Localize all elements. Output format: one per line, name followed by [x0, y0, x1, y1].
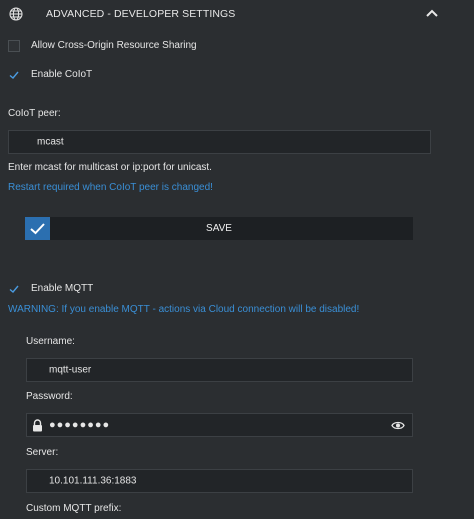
server-input[interactable]: 10.101.111.36:1883: [26, 469, 413, 493]
password-value: ●●●●●●●●: [49, 419, 111, 431]
password-input[interactable]: ●●●●●●●●: [26, 413, 413, 437]
globe-icon: [9, 7, 23, 21]
coiot-checkbox[interactable]: [8, 69, 20, 81]
username-input[interactable]: mqtt-user: [26, 358, 413, 382]
server-value: 10.101.111.36:1883: [49, 475, 137, 487]
restart-note: Restart required when CoIoT peer is chan…: [8, 182, 213, 193]
coiot-peer-hint: Enter mcast for multicast or ip:port for…: [8, 162, 212, 173]
mqtt-label: Enable MQTT: [31, 283, 94, 294]
eye-icon[interactable]: [391, 420, 405, 434]
section-header[interactable]: ADVANCED - DEVELOPER SETTINGS: [0, 0, 474, 28]
mqtt-warning: WARNING: If you enable MQTT - actions vi…: [8, 304, 360, 315]
server-label: Server:: [26, 447, 59, 458]
coiot-peer-label: CoIoT peer:: [8, 108, 61, 119]
save-button[interactable]: SAVE: [25, 217, 413, 240]
coiot-peer-input[interactable]: mcast: [8, 130, 431, 154]
cors-checkbox[interactable]: [8, 40, 20, 52]
cors-label: Allow Cross-Origin Resource Sharing: [31, 40, 197, 51]
coiot-peer-value: mcast: [37, 136, 64, 148]
username-value: mqtt-user: [49, 364, 92, 376]
password-label: Password:: [26, 391, 73, 402]
save-check-icon: [25, 217, 50, 240]
lock-icon: [32, 419, 43, 435]
mqtt-checkbox[interactable]: [8, 283, 20, 295]
chevron-up-icon[interactable]: [424, 7, 440, 19]
mqtt-prefix-label: Custom MQTT prefix:: [26, 503, 122, 514]
section-title: ADVANCED - DEVELOPER SETTINGS: [46, 8, 236, 20]
save-label: SAVE: [206, 223, 232, 234]
coiot-label: Enable CoIoT: [31, 69, 93, 80]
username-label: Username:: [26, 336, 75, 347]
